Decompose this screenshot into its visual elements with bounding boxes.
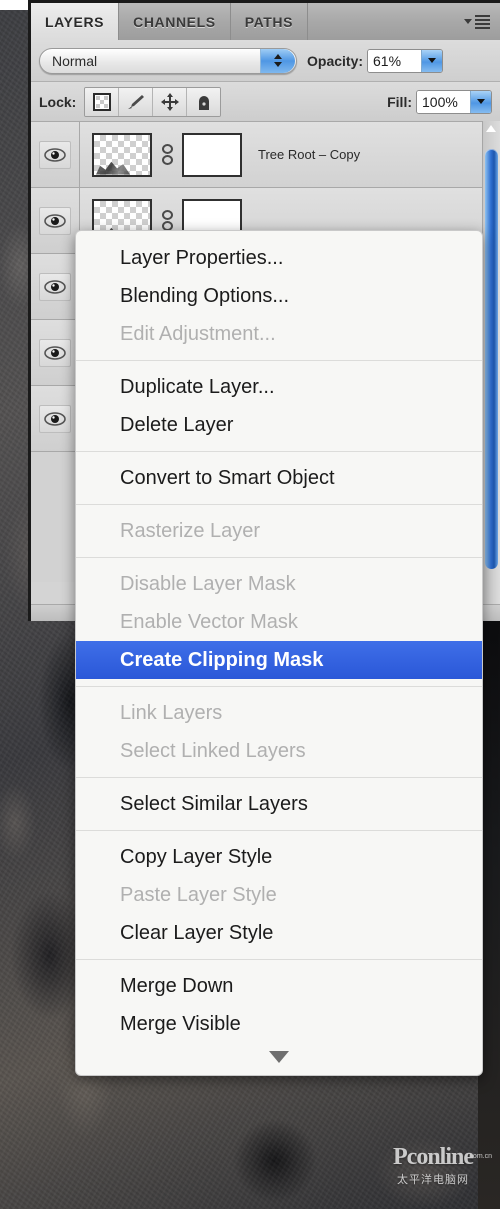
menu-item-label: Layer Properties... <box>120 246 284 269</box>
menu-item-label: Link Layers <box>120 701 223 724</box>
lock-position-move-icon[interactable] <box>153 87 188 116</box>
link-mask-icon[interactable] <box>160 142 174 168</box>
menu-item-rasterize-layer: Rasterize Layer <box>76 512 482 550</box>
layers-scrollbar-thumb[interactable] <box>485 149 498 569</box>
menu-item-convert-to-smart-object[interactable]: Convert to Smart Object <box>76 459 482 497</box>
tab-paths-label: PATHS <box>244 13 294 30</box>
menu-separator <box>76 360 482 361</box>
lock-label: Lock: <box>39 93 77 110</box>
scroll-up-arrow-icon[interactable] <box>486 125 496 132</box>
menu-item-label: Blending Options... <box>120 284 289 307</box>
fill-label: Fill: <box>387 93 412 110</box>
opacity-field[interactable]: 61% <box>367 48 444 73</box>
hamburger-icon <box>475 14 490 29</box>
menu-item-copy-layer-style[interactable]: Copy Layer Style <box>76 838 482 876</box>
blend-mode-row: Normal Opacity: 61% <box>31 40 500 82</box>
opacity-value: 61% <box>368 49 422 72</box>
lock-transparency-icon[interactable] <box>85 87 120 116</box>
fill-value: 100% <box>417 90 470 113</box>
layer-visibility-cell[interactable] <box>31 188 80 253</box>
lock-all-padlock-icon[interactable] <box>187 87 221 116</box>
layer-name-label: Tree Root – Copy <box>258 147 361 162</box>
menu-separator <box>76 959 482 960</box>
layer-visibility-cell[interactable] <box>31 386 80 451</box>
lock-image-brush-icon[interactable] <box>119 87 154 116</box>
tab-layers[interactable]: LAYERS <box>31 3 120 40</box>
menu-item-enable-vector-mask: Enable Vector Mask <box>76 603 482 641</box>
tab-channels-label: CHANNELS <box>133 13 216 30</box>
menu-item-label: Select Linked Layers <box>120 739 306 762</box>
menu-separator <box>76 830 482 831</box>
menu-item-label: Edit Adjustment... <box>120 322 276 345</box>
menu-item-select-linked-layers: Select Linked Layers <box>76 732 482 770</box>
opacity-dropdown-icon[interactable] <box>421 49 443 72</box>
fill-field[interactable]: 100% <box>416 89 492 114</box>
menu-item-label: Duplicate Layer... <box>120 375 275 398</box>
layer-mask-thumbnail[interactable] <box>182 132 242 177</box>
menu-item-clear-layer-style[interactable]: Clear Layer Style <box>76 914 482 952</box>
menu-item-disable-layer-mask: Disable Layer Mask <box>76 565 482 603</box>
menu-item-paste-layer-style: Paste Layer Style <box>76 876 482 914</box>
eye-visibility-icon[interactable] <box>39 404 71 433</box>
eye-visibility-icon[interactable] <box>39 206 71 235</box>
menu-item-label: Enable Vector Mask <box>120 610 298 633</box>
layer-visibility-cell[interactable] <box>31 254 80 319</box>
menu-separator <box>76 777 482 778</box>
layer-context-menu: Layer Properties... Blending Options... … <box>75 230 483 1076</box>
tab-layers-label: LAYERS <box>45 13 105 30</box>
menu-item-label: Paste Layer Style <box>120 883 277 906</box>
eye-visibility-icon[interactable] <box>39 338 71 367</box>
tab-paths[interactable]: PATHS <box>231 3 309 40</box>
menu-item-layer-properties[interactable]: Layer Properties... <box>76 239 482 277</box>
blend-mode-select[interactable]: Normal <box>39 47 297 74</box>
menu-item-label: Merge Visible <box>120 1012 241 1035</box>
menu-item-select-similar-layers[interactable]: Select Similar Layers <box>76 785 482 823</box>
menu-separator <box>76 451 482 452</box>
opacity-label: Opacity: <box>307 52 364 69</box>
menu-item-blending-options[interactable]: Blending Options... <box>76 277 482 315</box>
menu-item-create-clipping-mask[interactable]: Create Clipping Mask <box>76 641 482 679</box>
blend-mode-stepper-icon[interactable] <box>260 48 295 73</box>
lock-button-group <box>84 86 222 117</box>
menu-item-merge-down[interactable]: Merge Down <box>76 967 482 1005</box>
table-row[interactable]: Tree Root – Copy <box>31 122 500 188</box>
menu-scroll-down-arrow-icon[interactable] <box>76 1043 482 1071</box>
layer-thumbnail[interactable] <box>92 132 152 177</box>
menu-item-label: Delete Layer <box>120 413 234 436</box>
menu-item-label: Copy Layer Style <box>120 845 273 868</box>
menu-item-edit-adjustment: Edit Adjustment... <box>76 315 482 353</box>
menu-item-label: Disable Layer Mask <box>120 572 296 595</box>
menu-separator <box>76 557 482 558</box>
menu-item-merge-visible[interactable]: Merge Visible <box>76 1005 482 1043</box>
fill-dropdown-icon[interactable] <box>470 90 491 113</box>
layer-visibility-cell[interactable] <box>31 122 80 187</box>
tab-channels[interactable]: CHANNELS <box>119 3 231 40</box>
menu-separator <box>76 504 482 505</box>
layers-scrollbar[interactable] <box>482 121 500 608</box>
panel-tab-bar: LAYERS CHANNELS PATHS <box>31 3 500 40</box>
menu-item-label: Clear Layer Style <box>120 921 274 944</box>
menu-separator <box>76 686 482 687</box>
menu-item-label: Convert to Smart Object <box>120 466 335 489</box>
lock-row: Lock: Fill: 100% <box>31 82 500 122</box>
menu-item-delete-layer[interactable]: Delete Layer <box>76 406 482 444</box>
blend-mode-value: Normal <box>52 52 98 69</box>
menu-item-duplicate-layer[interactable]: Duplicate Layer... <box>76 368 482 406</box>
menu-item-link-layers: Link Layers <box>76 694 482 732</box>
layer-visibility-cell[interactable] <box>31 320 80 385</box>
chevron-down-icon <box>464 19 472 24</box>
menu-item-label: Merge Down <box>120 974 234 997</box>
panel-menu-icon[interactable] <box>464 3 500 40</box>
menu-item-label: Create Clipping Mask <box>120 648 324 671</box>
tab-bar-filler <box>308 3 464 40</box>
eye-visibility-icon[interactable] <box>39 140 71 169</box>
eye-visibility-icon[interactable] <box>39 272 71 301</box>
menu-item-label: Rasterize Layer <box>120 519 261 542</box>
menu-item-label: Select Similar Layers <box>120 792 308 815</box>
